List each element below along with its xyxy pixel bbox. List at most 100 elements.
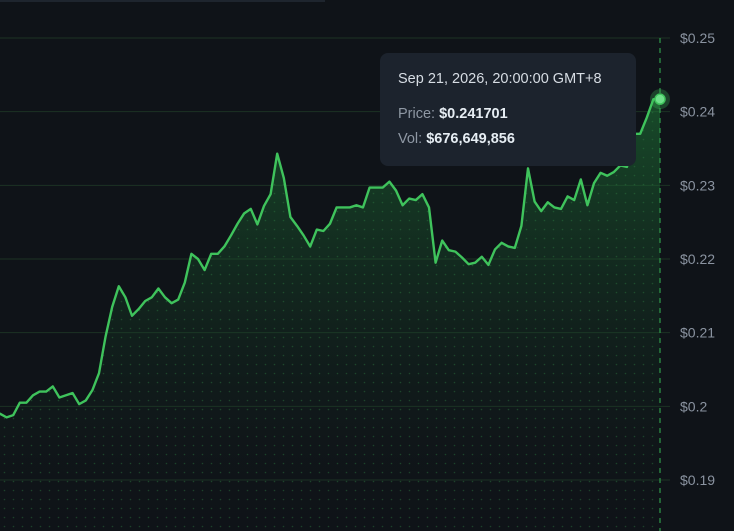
data-point xyxy=(104,335,106,337)
data-point xyxy=(514,247,516,249)
data-point xyxy=(5,416,7,418)
data-point xyxy=(639,133,641,135)
data-point xyxy=(441,239,443,241)
data-point xyxy=(375,186,377,188)
data-point xyxy=(573,199,575,201)
data-point xyxy=(170,302,172,304)
data-point xyxy=(190,253,192,255)
data-point xyxy=(606,175,608,177)
y-tick-label: $0.23 xyxy=(680,177,715,193)
data-point xyxy=(223,245,225,247)
data-point xyxy=(382,186,384,188)
data-point xyxy=(626,166,628,168)
data-point xyxy=(355,204,357,206)
data-point xyxy=(335,206,337,208)
data-point xyxy=(434,261,436,263)
data-point xyxy=(250,208,252,210)
data-point xyxy=(111,306,113,308)
data-point xyxy=(98,372,100,374)
data-point xyxy=(296,225,298,227)
data-point xyxy=(38,390,40,392)
data-point xyxy=(580,178,582,180)
data-point xyxy=(263,205,265,207)
data-point xyxy=(131,315,133,317)
data-point xyxy=(144,300,146,302)
data-point xyxy=(342,206,344,208)
data-point xyxy=(276,152,278,154)
data-point xyxy=(454,250,456,252)
data-point xyxy=(164,296,166,298)
data-point xyxy=(408,197,410,199)
data-point xyxy=(362,206,364,208)
data-point xyxy=(613,171,615,173)
data-point xyxy=(65,394,67,396)
data-point xyxy=(474,261,476,263)
data-point xyxy=(593,182,595,184)
data-point xyxy=(421,193,423,195)
data-point xyxy=(566,195,568,197)
tooltip-price-label: Price: xyxy=(398,106,436,122)
data-point xyxy=(401,204,403,206)
data-point xyxy=(289,216,291,218)
tooltip-vol-row: Vol: $676,649,856 xyxy=(398,131,618,147)
data-point xyxy=(256,223,258,225)
data-point xyxy=(197,258,199,260)
data-point xyxy=(428,206,430,208)
data-point xyxy=(586,204,588,206)
data-point xyxy=(329,222,331,224)
data-point xyxy=(45,390,47,392)
data-point xyxy=(553,206,555,208)
data-point xyxy=(467,263,469,265)
data-point xyxy=(547,201,549,203)
data-point xyxy=(269,193,271,195)
data-point xyxy=(520,225,522,227)
data-point xyxy=(25,401,27,403)
data-point xyxy=(230,234,232,236)
data-point xyxy=(236,222,238,224)
data-point xyxy=(85,399,87,401)
data-point xyxy=(349,206,351,208)
data-point xyxy=(283,177,285,179)
data-point xyxy=(78,403,80,405)
data-point xyxy=(560,208,562,210)
data-point xyxy=(210,253,212,255)
data-point xyxy=(415,199,417,201)
tooltip-date: Sep 21, 2026, 20:00:00 GMT+8 xyxy=(398,71,602,87)
data-point xyxy=(91,389,93,391)
data-point xyxy=(137,308,139,310)
data-point xyxy=(58,396,60,398)
data-point xyxy=(32,394,34,396)
data-point xyxy=(395,189,397,191)
data-point xyxy=(646,116,648,118)
data-point xyxy=(217,253,219,255)
y-tick-label: $0.22 xyxy=(680,251,715,267)
data-point xyxy=(448,249,450,251)
data-point xyxy=(151,296,153,298)
data-point xyxy=(177,298,179,300)
data-point xyxy=(368,186,370,188)
data-point xyxy=(124,296,126,298)
data-point xyxy=(157,287,159,289)
tooltip-price-row: Price: $0.241701 xyxy=(398,106,618,122)
data-point xyxy=(533,200,535,202)
data-point xyxy=(540,210,542,212)
y-tick-label: $0.2 xyxy=(680,398,707,414)
data-point xyxy=(309,245,311,247)
data-point xyxy=(487,264,489,266)
data-point xyxy=(19,401,21,403)
y-axis-ticks: $0.19 $0.2 $0.21 $0.22 $0.23 $0.24 $0.25 xyxy=(680,30,715,488)
tooltip-vol-value: $676,649,856 xyxy=(426,131,515,147)
data-point xyxy=(243,212,245,214)
data-point xyxy=(316,228,318,230)
data-point xyxy=(118,285,120,287)
y-tick-label: $0.21 xyxy=(680,325,715,341)
price-tooltip: Sep 21, 2026, 20:00:00 GMT+8 Price: $0.2… xyxy=(380,53,636,166)
data-point xyxy=(203,269,205,271)
data-point xyxy=(599,172,601,174)
data-point xyxy=(481,256,483,258)
hover-point xyxy=(654,93,666,105)
data-point xyxy=(71,392,73,394)
data-point xyxy=(500,242,502,244)
data-point xyxy=(527,167,529,169)
tooltip-price-value: $0.241701 xyxy=(439,106,508,122)
